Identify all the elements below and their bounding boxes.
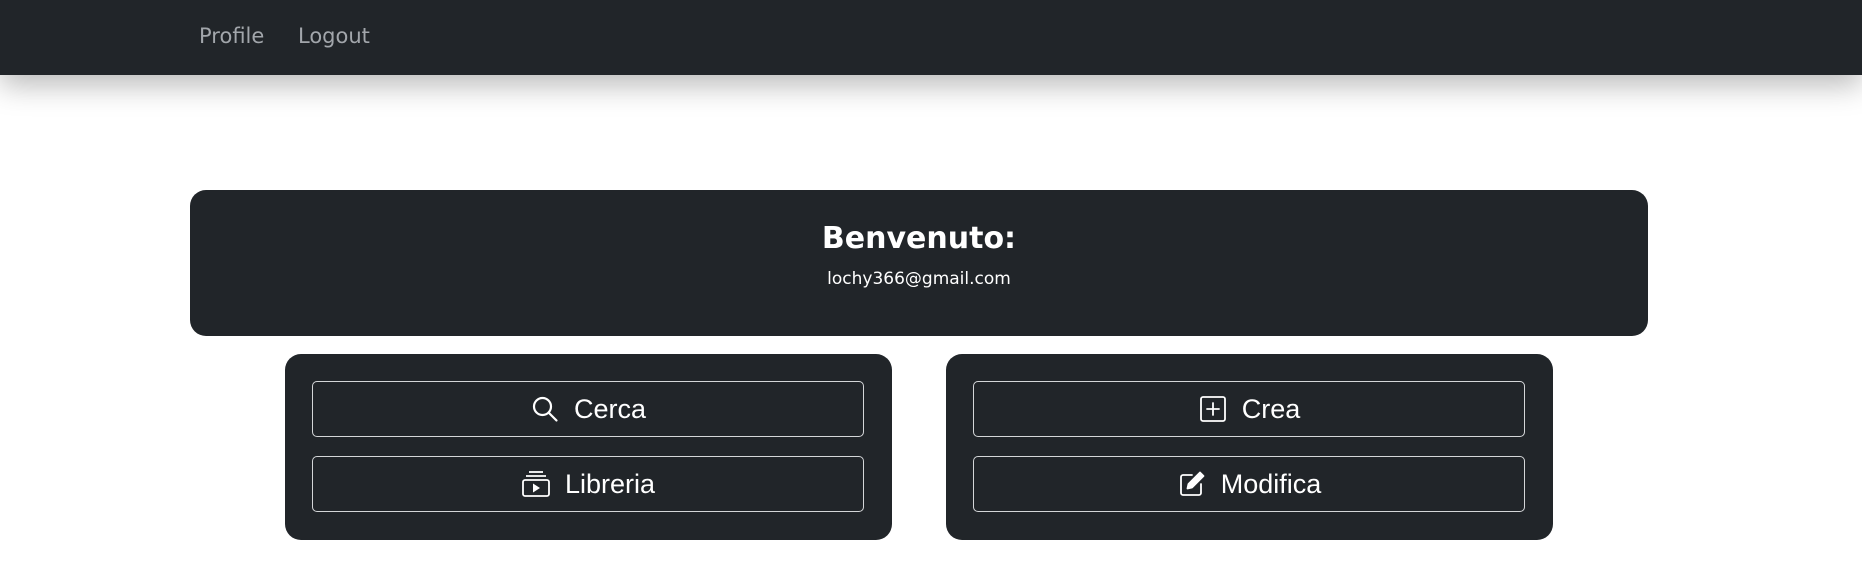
nav-link-logout[interactable]: Logout [298, 23, 370, 49]
right-actions-panel: Crea Modifica [946, 354, 1553, 540]
edit-icon [1177, 469, 1207, 499]
user-email: lochy366@gmail.com [827, 269, 1011, 289]
edit-button-label: Modifica [1220, 469, 1322, 499]
library-button[interactable]: Libreria [312, 456, 864, 512]
plus-square-icon [1198, 394, 1228, 424]
welcome-title: Benvenuto: [821, 221, 1017, 256]
left-actions-panel: Cerca Libreria [285, 354, 892, 540]
search-button-label: Cerca [573, 394, 647, 424]
nav-link-profile[interactable]: Profile [199, 23, 264, 49]
create-button-label: Crea [1241, 394, 1301, 424]
edit-button[interactable]: Modifica [973, 456, 1525, 512]
search-icon [530, 394, 560, 424]
search-button[interactable]: Cerca [312, 381, 864, 437]
create-button[interactable]: Crea [973, 381, 1525, 437]
library-button-label: Libreria [564, 469, 656, 499]
welcome-card: Benvenuto: lochy366@gmail.com [190, 190, 1648, 336]
library-icon [521, 469, 551, 499]
navbar: Profile Logout [0, 0, 1862, 75]
